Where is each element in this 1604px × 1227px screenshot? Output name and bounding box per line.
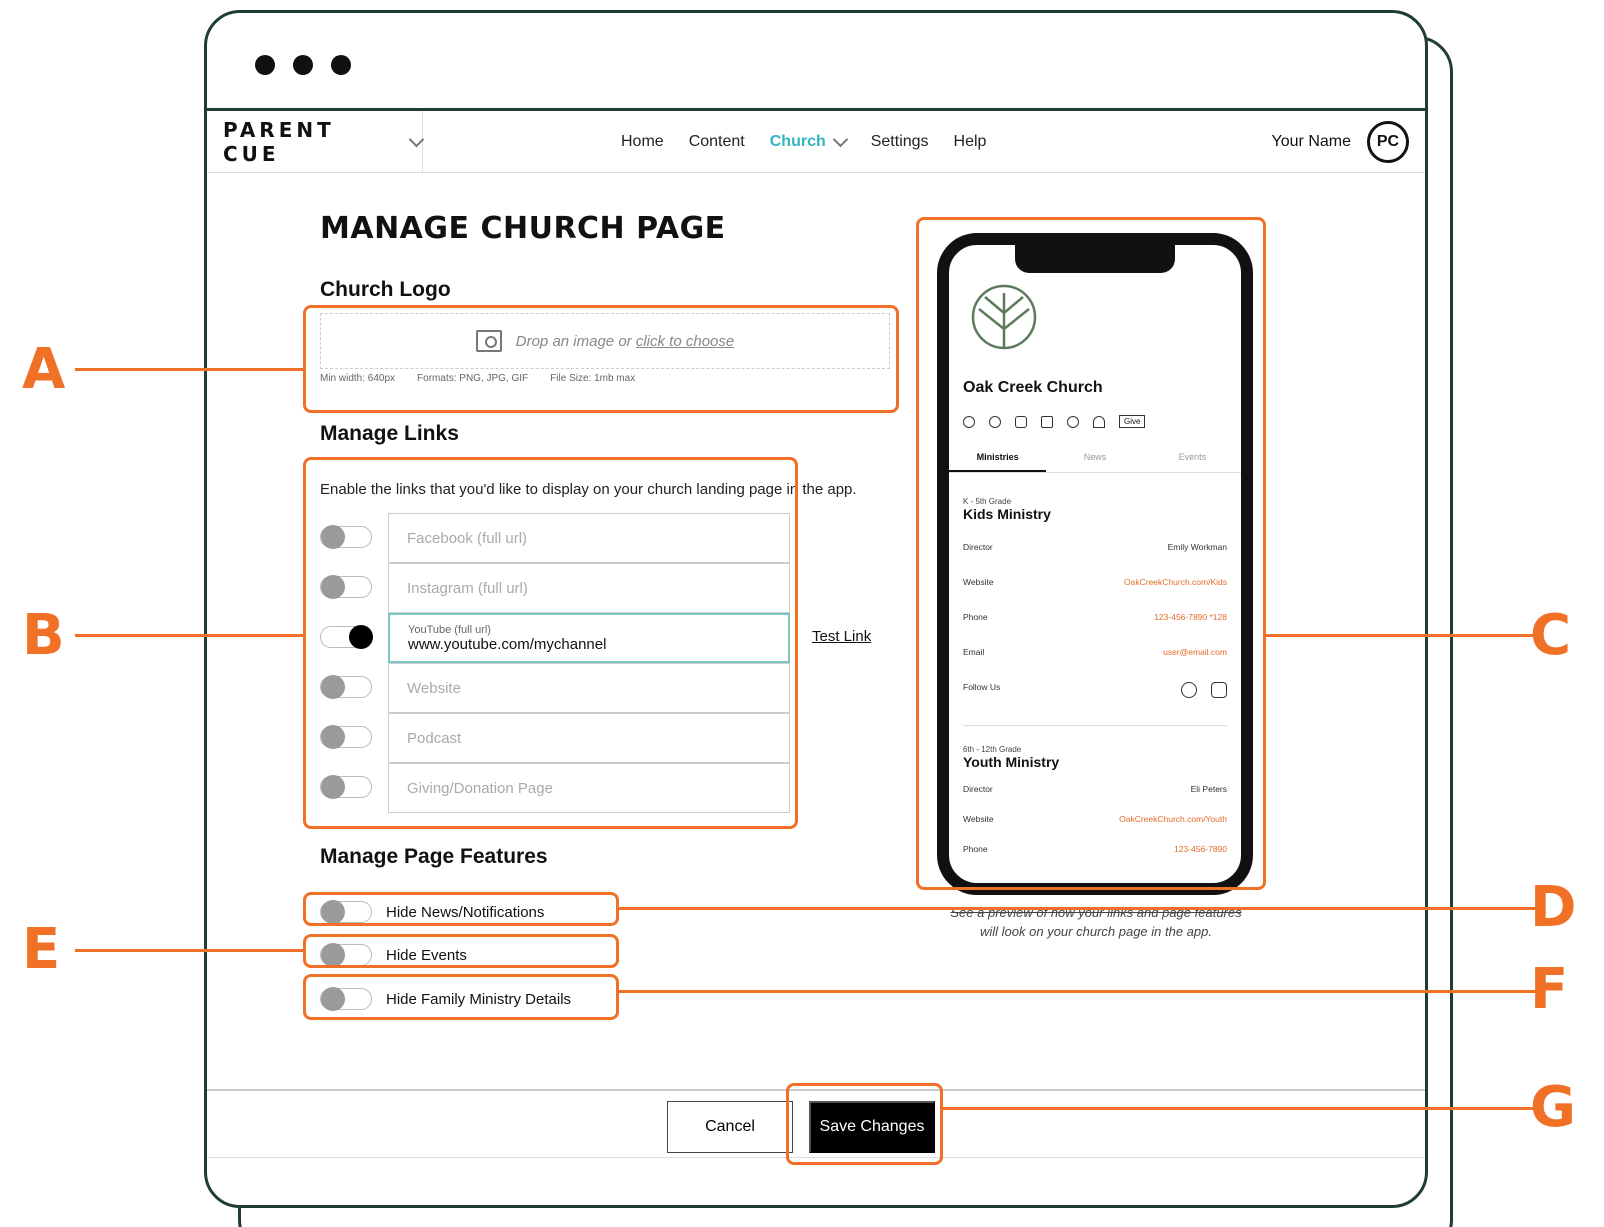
- chevron-down-icon: [408, 131, 425, 148]
- window-dot[interactable]: [255, 55, 275, 75]
- nav-content[interactable]: Content: [689, 133, 745, 151]
- callout-line-c: [1266, 634, 1542, 637]
- callout-line-f: [619, 990, 1542, 993]
- highlight-g: [786, 1083, 943, 1165]
- window-dot[interactable]: [293, 55, 313, 75]
- nav-links: Home Content Church Settings Help: [621, 111, 986, 173]
- highlight-a: [303, 305, 899, 413]
- callout-line-a: [75, 368, 304, 371]
- page-features-heading: Manage Page Features: [320, 845, 548, 868]
- stage: PARENT CUE Home Content Church Settings …: [0, 0, 1604, 1227]
- caption-line-2: will look on your church page in the app…: [980, 924, 1212, 939]
- avatar-initials: PC: [1376, 133, 1400, 150]
- user-name: Your Name: [1271, 133, 1351, 150]
- brand-name: PARENT CUE: [223, 118, 335, 166]
- callout-line-b: [75, 634, 304, 637]
- nav-church-label: Church: [769, 133, 826, 150]
- callout-line-g: [943, 1107, 1542, 1110]
- highlight-d: [303, 892, 619, 926]
- callout-letter-g: G: [1530, 1075, 1576, 1140]
- chevron-down-icon: [832, 131, 849, 148]
- highlight-b: [303, 457, 798, 829]
- user-menu[interactable]: Your Name PC: [1272, 111, 1409, 173]
- callout-letter-a: A: [22, 337, 66, 402]
- highlight-f: [303, 974, 619, 1020]
- callout-line-e: [75, 949, 304, 952]
- highlight-c: [916, 217, 1266, 890]
- callout-letter-d: D: [1530, 875, 1577, 940]
- cancel-button[interactable]: Cancel: [667, 1101, 793, 1153]
- nav-church[interactable]: Church: [769, 131, 849, 151]
- callout-letter-b: B: [22, 603, 65, 668]
- callout-line-d: [619, 907, 1542, 910]
- avatar[interactable]: PC: [1367, 121, 1409, 163]
- callout-letter-f: F: [1530, 957, 1569, 1022]
- callout-letter-c: C: [1530, 603, 1572, 668]
- manage-links-heading: Manage Links: [320, 422, 459, 445]
- callout-letter-e: E: [22, 917, 61, 982]
- nav-home[interactable]: Home: [621, 133, 664, 151]
- highlight-e: [303, 934, 619, 968]
- window-dot[interactable]: [331, 55, 351, 75]
- page-title: MANAGE CHURCH PAGE: [320, 211, 726, 246]
- nav-settings[interactable]: Settings: [871, 133, 929, 151]
- brand-switcher[interactable]: PARENT CUE: [223, 111, 425, 173]
- nav-help[interactable]: Help: [954, 133, 987, 151]
- caption-line-1: See a preview of how your links and page…: [950, 905, 1242, 920]
- test-link[interactable]: Test Link: [812, 628, 871, 645]
- top-nav: PARENT CUE Home Content Church Settings …: [207, 111, 1425, 173]
- window-controls: [255, 55, 351, 75]
- church-logo-heading: Church Logo: [320, 278, 451, 301]
